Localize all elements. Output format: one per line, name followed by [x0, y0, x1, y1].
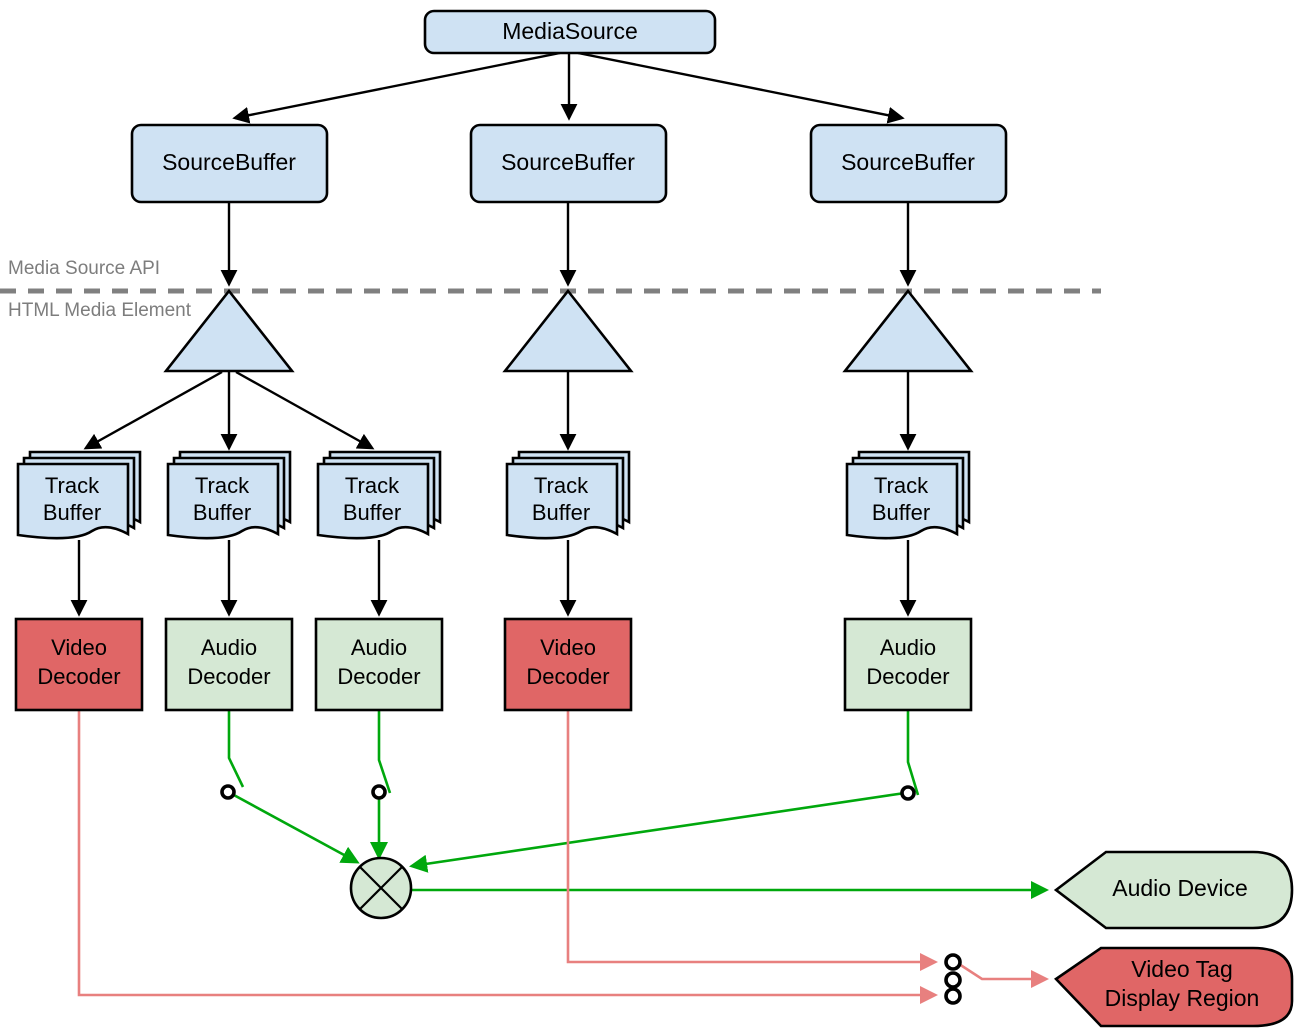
- track-buffer-2-line1: Track: [195, 473, 250, 498]
- audio-decoder-3-line1: Audio: [351, 635, 407, 660]
- layer-label-above: Media Source API: [8, 258, 160, 279]
- video-selector-position-2-icon[interactable]: [944, 971, 962, 989]
- node-track-buffer-4[interactable]: Track Buffer: [505, 450, 631, 540]
- audio-decoder-2-line1: Audio: [201, 635, 257, 660]
- node-track-buffer-1[interactable]: Track Buffer: [16, 450, 142, 540]
- track-buffer-1-line1: Track: [45, 473, 100, 498]
- node-sourcebuffer-3[interactable]: SourceBuffer: [809, 123, 1008, 204]
- node-video-decoder-1[interactable]: Video Decoder: [14, 617, 144, 712]
- node-video-tag-display-region[interactable]: Video Tag Display Region: [1054, 946, 1294, 1028]
- audio-decoder-5-line1: Audio: [880, 635, 936, 660]
- edges-sourcebuffers-to-demuxers: [220, 202, 917, 287]
- edge-audiodec5-to-switch3: [906, 710, 920, 796]
- node-sourcebuffer-2[interactable]: SourceBuffer: [469, 123, 668, 204]
- audio-decoder-5-line2: Decoder: [866, 664, 949, 689]
- audio-switch-3[interactable]: [900, 785, 916, 801]
- node-audio-decoder-2[interactable]: Audio Decoder: [164, 617, 294, 712]
- node-video-decoder-4[interactable]: Video Decoder: [503, 617, 633, 712]
- demuxer-2-triangle[interactable]: [502, 288, 634, 373]
- mediasource-label: MediaSource: [502, 18, 638, 44]
- track-buffer-4-line1: Track: [534, 473, 589, 498]
- demuxer-3-triangle[interactable]: [842, 288, 974, 373]
- node-track-buffer-5[interactable]: Track Buffer: [845, 450, 971, 540]
- edges-mediasource-to-sourcebuffers: [232, 51, 905, 124]
- edge-selector-to-video-tag: [958, 962, 1050, 989]
- diagram-canvas: Media Source API HTML Media Element Medi…: [0, 0, 1301, 1032]
- edge-demux1-to-tb1: [83, 370, 223, 450]
- audio-switch-1[interactable]: [220, 784, 236, 800]
- node-demuxer-2[interactable]: [502, 288, 634, 373]
- node-mediasource[interactable]: MediaSource: [423, 9, 717, 55]
- video-decoder-1-line2: Decoder: [37, 664, 120, 689]
- video-signal-paths: [77, 710, 1050, 1005]
- edge-switch1-to-mixer: [231, 792, 360, 864]
- edge-demux1-to-tb3: [235, 370, 375, 450]
- audio-switch-3-contact-icon[interactable]: [900, 785, 916, 801]
- edge-ms-to-sb3: [577, 51, 905, 124]
- sourcebuffer-3-label: SourceBuffer: [841, 149, 975, 175]
- video-decoder-4-line2: Decoder: [526, 664, 609, 689]
- node-track-buffer-2[interactable]: Track Buffer: [166, 450, 292, 540]
- video-decoder-1-line1: Video: [51, 635, 107, 660]
- video-selector-switch[interactable]: [944, 953, 962, 1005]
- node-audio-decoder-3[interactable]: Audio Decoder: [314, 617, 444, 712]
- edge-switch3-to-mixer: [408, 791, 906, 873]
- video-selector-position-1-icon[interactable]: [944, 953, 962, 971]
- edge-ms-to-sb1: [232, 51, 561, 124]
- track-buffer-2-line2: Buffer: [193, 500, 251, 525]
- sourcebuffer-1-label: SourceBuffer: [162, 149, 296, 175]
- node-audio-mixer[interactable]: [349, 856, 413, 920]
- edges-demuxers-to-trackbuffers: [83, 370, 917, 451]
- node-audio-decoder-5[interactable]: Audio Decoder: [843, 617, 973, 712]
- audio-switch-2-contact-icon[interactable]: [371, 784, 387, 800]
- audio-decoder-2-line2: Decoder: [187, 664, 270, 689]
- audio-signal-paths: [227, 710, 1050, 900]
- layer-label-below: HTML Media Element: [8, 300, 192, 321]
- node-demuxer-3[interactable]: [842, 288, 974, 373]
- sourcebuffer-2-label: SourceBuffer: [501, 149, 635, 175]
- media-source-extensions-diagram: Media Source API HTML Media Element Medi…: [0, 9, 1294, 1028]
- audio-switch-2[interactable]: [371, 784, 387, 800]
- video-decoder-4-line1: Video: [540, 635, 596, 660]
- node-audio-device[interactable]: Audio Device: [1053, 850, 1294, 930]
- node-track-buffer-3[interactable]: Track Buffer: [316, 450, 442, 540]
- audio-decoder-3-line2: Decoder: [337, 664, 420, 689]
- track-buffer-5-line1: Track: [874, 473, 929, 498]
- track-buffer-5-line2: Buffer: [872, 500, 930, 525]
- track-buffer-3-line1: Track: [345, 473, 400, 498]
- video-tag-line2: Display Region: [1105, 985, 1260, 1011]
- track-buffer-4-line2: Buffer: [532, 500, 590, 525]
- audio-switch-1-contact-icon[interactable]: [220, 784, 236, 800]
- edges-trackbuffers-to-decoders: [70, 540, 917, 617]
- track-buffer-3-line2: Buffer: [343, 500, 401, 525]
- edge-audiodec2-to-switch1: [227, 710, 245, 788]
- video-tag-line1: Video Tag: [1131, 956, 1232, 982]
- track-buffer-1-line2: Buffer: [43, 500, 101, 525]
- edge-audiodec3-to-switch2: [377, 710, 392, 794]
- video-selector-position-3-icon[interactable]: [944, 987, 962, 1005]
- audio-device-label: Audio Device: [1112, 875, 1248, 901]
- node-sourcebuffer-1[interactable]: SourceBuffer: [130, 123, 329, 204]
